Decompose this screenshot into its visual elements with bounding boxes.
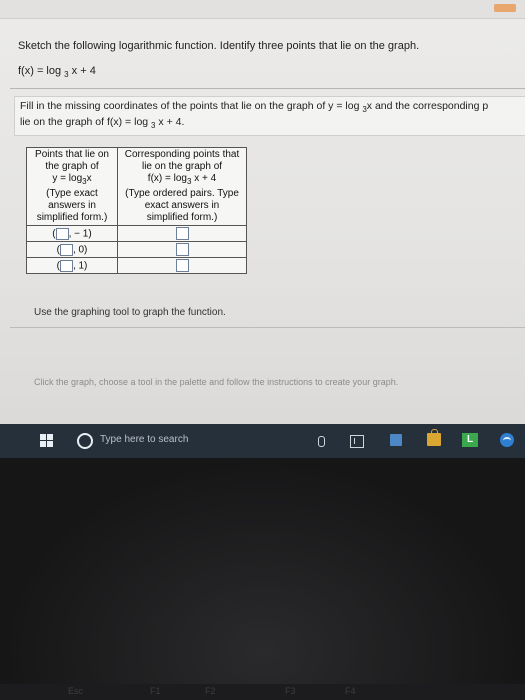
question-title: Sketch the following logarithmic functio… xyxy=(18,40,420,52)
ordered-pair-cell xyxy=(117,225,247,242)
app-l-icon[interactable]: L xyxy=(462,433,478,447)
header-corresponding-points: Corresponding points that lie on the gra… xyxy=(117,147,247,226)
table-row: (, − 1) xyxy=(26,225,247,242)
table-row: (, 0) xyxy=(26,241,247,258)
graph-hint[interactable]: Click the graph, choose a tool in the pa… xyxy=(34,377,398,387)
store-icon[interactable] xyxy=(427,429,441,446)
windows-start-icon[interactable] xyxy=(40,434,54,448)
ordered-pair-cell xyxy=(117,241,247,258)
file-explorer-icon[interactable] xyxy=(390,434,402,446)
key-f2: F2 xyxy=(205,686,216,696)
key-f1: F1 xyxy=(150,686,161,696)
x-coordinate-input[interactable] xyxy=(55,227,69,240)
browser-screen: Sketch the following logarithmic functio… xyxy=(0,0,525,458)
key-esc: Esc xyxy=(68,686,84,696)
log-point-cell: (, 0) xyxy=(26,241,118,258)
instruction-line-2: lie on the graph of f(x) = log 3 x + 4. xyxy=(20,116,185,131)
browser-top-bar xyxy=(0,0,525,19)
monitor-bezel xyxy=(0,458,525,700)
microphone-icon[interactable] xyxy=(318,436,325,447)
key-f3: F3 xyxy=(285,686,296,696)
graph-instruction: Use the graphing tool to graph the funct… xyxy=(34,307,226,318)
function-definition: f(x) = log 3 x + 4 xyxy=(18,65,96,80)
table-row: (, 1) xyxy=(26,257,247,274)
keyboard-function-row: Esc F1 F2 F3 F4 xyxy=(0,684,525,700)
windows-taskbar: Type here to search L xyxy=(0,424,525,458)
ordered-pair-input[interactable] xyxy=(175,259,189,272)
ordered-pair-input[interactable] xyxy=(175,243,189,256)
search-icon[interactable] xyxy=(77,433,93,449)
log-point-cell: (, 1) xyxy=(26,257,118,274)
header-log-points: Points that lie on the graph of y = log3… xyxy=(26,147,118,226)
x-coordinate-input[interactable] xyxy=(59,243,73,256)
divider xyxy=(10,327,525,328)
orange-tab-marker[interactable] xyxy=(494,4,516,12)
taskbar-search-input[interactable]: Type here to search xyxy=(100,434,188,445)
browser-icon[interactable] xyxy=(500,433,514,447)
key-f4: F4 xyxy=(345,686,356,696)
points-table: Points that lie on the graph of y = log3… xyxy=(26,147,247,274)
divider xyxy=(10,88,525,89)
x-coordinate-input[interactable] xyxy=(59,259,73,272)
log-point-cell: (, − 1) xyxy=(26,225,118,242)
ordered-pair-input[interactable] xyxy=(175,227,189,240)
task-view-icon[interactable] xyxy=(350,435,364,448)
ordered-pair-cell xyxy=(117,257,247,274)
instruction-line-1: Fill in the missing coordinates of the p… xyxy=(20,100,489,115)
